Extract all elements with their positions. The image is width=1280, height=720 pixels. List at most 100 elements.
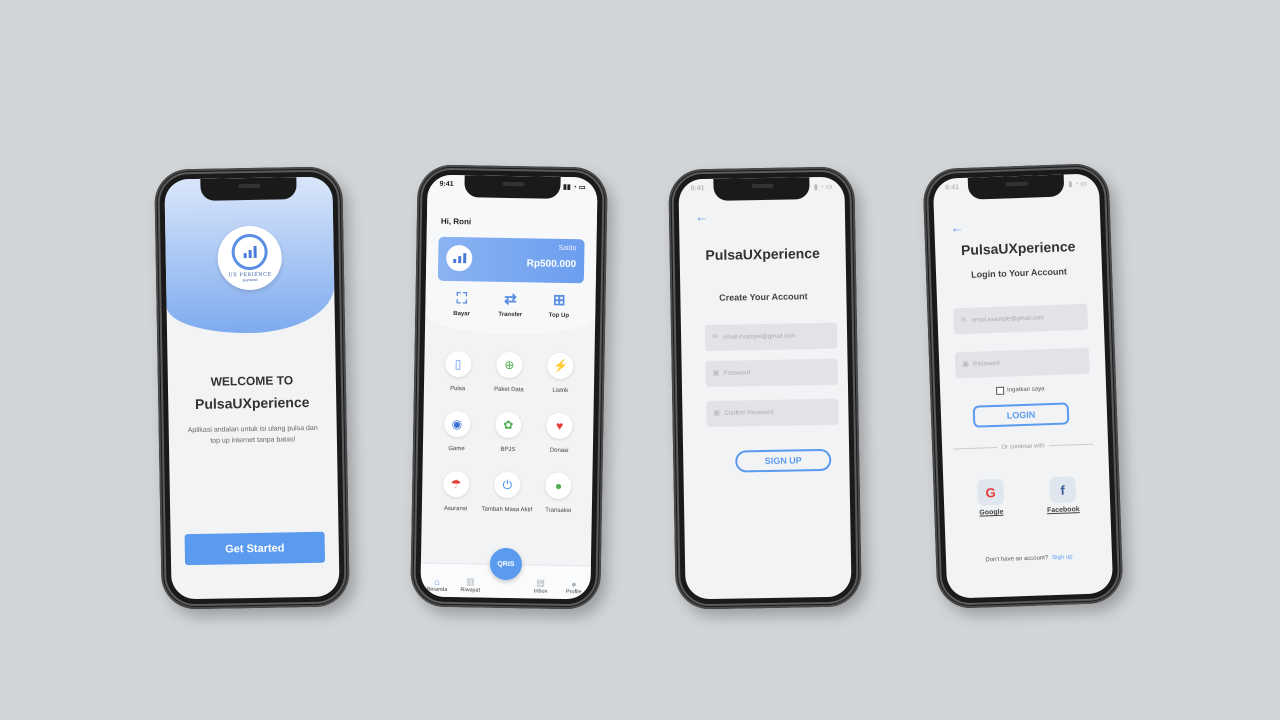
signup-heading: Create Your Account bbox=[719, 291, 808, 303]
balance-value: Rp500.000 bbox=[526, 258, 577, 271]
google-icon: G bbox=[977, 478, 1005, 506]
lock-icon: ▣ bbox=[712, 369, 720, 377]
facebook-icon: f bbox=[1049, 476, 1077, 504]
nav-inbox[interactable]: ▤ Inbox bbox=[526, 577, 556, 595]
no-account-text: Don't have an account? bbox=[985, 555, 1049, 564]
password-placeholder: Password bbox=[973, 360, 1000, 368]
back-arrow-icon[interactable]: ← bbox=[695, 209, 708, 224]
service-game[interactable]: ◉ Game bbox=[431, 410, 483, 454]
password-field[interactable]: ▣ Password bbox=[954, 347, 1090, 379]
service-listrik[interactable]: ⚡ Listrik bbox=[535, 352, 587, 395]
checkbox[interactable] bbox=[996, 386, 1005, 395]
service-label: Donasi bbox=[549, 447, 569, 455]
battery-icon: ▮▮ ◔ ▭ bbox=[562, 183, 586, 192]
nav-label: Profile bbox=[565, 589, 582, 596]
service-label: Pulsa bbox=[450, 385, 466, 393]
lock-icon: ▣ bbox=[713, 409, 721, 417]
transfer-icon: ⇄ bbox=[504, 290, 517, 309]
wallet-icon: ⊞ bbox=[552, 291, 566, 309]
signup-prompt: Don't have an account? Sign up bbox=[946, 553, 1112, 565]
service-bpjs[interactable]: ✿ BPJS bbox=[482, 411, 534, 455]
nav-label: Riwayat bbox=[460, 587, 481, 594]
welcome-app-name: PulsaUXperience bbox=[194, 394, 310, 412]
gamepad-icon: ◉ bbox=[443, 410, 471, 438]
people-icon: ● bbox=[545, 472, 572, 500]
mail-icon: ✉ bbox=[712, 333, 719, 341]
mail-icon: ✉ bbox=[960, 316, 967, 325]
phone-home: 9:41 ▮▮ ◔ ▭ Hi, Roni Saldo Rp500.000 ⛶ B… bbox=[410, 164, 608, 610]
phone-notch bbox=[200, 177, 297, 201]
or-divider: Or continue with bbox=[946, 441, 1100, 452]
balance-card[interactable]: Saldo Rp500.000 bbox=[437, 236, 585, 284]
status-time: 9:41 bbox=[944, 184, 960, 192]
service-label: BPJS bbox=[500, 446, 516, 454]
user-icon: ● bbox=[571, 579, 577, 590]
social-logins: G Google f Facebook bbox=[965, 476, 1088, 517]
balance-label: Saldo bbox=[558, 244, 577, 253]
app-title: PulsaUXperience bbox=[960, 238, 1076, 259]
phone-login: 9:41 ▮ ◔ ▭ ← PulsaUXperience Login to Yo… bbox=[922, 162, 1124, 610]
status-bar: 9:41 ▮ ◔ ▭ bbox=[690, 183, 832, 193]
logo-subtext: payment bbox=[242, 277, 258, 283]
service-label: Game bbox=[448, 445, 465, 453]
quick-action-bayar[interactable]: ⛶ Bayar bbox=[437, 287, 486, 318]
sign-up-button[interactable]: SIGN UP bbox=[735, 448, 832, 473]
sign-up-link[interactable]: Sign up bbox=[1052, 554, 1073, 561]
scan-icon: ⛶ bbox=[456, 290, 468, 308]
home-screen: 9:41 ▮▮ ◔ ▭ Hi, Roni Saldo Rp500.000 ⛶ B… bbox=[420, 174, 598, 600]
quick-action-transfer[interactable]: ⇄ Transfer bbox=[486, 288, 535, 319]
logo-ring-icon bbox=[231, 233, 268, 271]
confirm-password-field[interactable]: ▣ Confirm Password bbox=[706, 398, 839, 428]
service-transaksi[interactable]: ● Transaksi bbox=[532, 472, 584, 515]
app-logo bbox=[446, 244, 473, 272]
nav-label: Inbox bbox=[533, 588, 548, 595]
service-masa-aktif[interactable]: ⏻ Tambah Masa Aktif bbox=[481, 471, 533, 515]
service-label: Transaksi bbox=[545, 507, 572, 515]
nav-label: Beranda bbox=[426, 586, 448, 593]
remember-me[interactable]: Ingatkan saya bbox=[996, 385, 1045, 395]
email-field[interactable]: ✉ email.example@gmail.com bbox=[953, 303, 1089, 335]
greeting: Hi, Roni bbox=[440, 216, 472, 227]
signup-screen: 9:41 ▮ ◔ ▭ ← PulsaUXperience Create Your… bbox=[678, 176, 852, 600]
service-pulsa[interactable]: ▯ Pulsa bbox=[432, 350, 484, 394]
chart-icon: ▥ bbox=[466, 576, 475, 587]
home-icon: ⌂ bbox=[434, 576, 440, 587]
password-field[interactable]: ▣ Password bbox=[705, 358, 838, 388]
quick-actions: ⛶ Bayar ⇄ Transfer ⊞ Top Up bbox=[437, 287, 584, 320]
nav-beranda[interactable]: ⌂ Beranda bbox=[422, 577, 452, 594]
back-arrow-icon[interactable]: ← bbox=[950, 220, 964, 235]
email-placeholder: email.example@gmail.com bbox=[723, 333, 796, 341]
login-heading: Login to Your Account bbox=[970, 266, 1068, 280]
inbox-icon: ▤ bbox=[536, 577, 546, 588]
login-button[interactable]: LOGIN bbox=[972, 402, 1070, 428]
get-started-button[interactable]: Get Started bbox=[184, 531, 326, 566]
service-label: Asuransi bbox=[443, 505, 468, 513]
power-icon: ⏻ bbox=[494, 471, 521, 499]
google-login[interactable]: G Google bbox=[965, 478, 1016, 517]
health-icon: ✿ bbox=[495, 411, 522, 439]
battery-icon: ▮ ◔ ▭ bbox=[813, 183, 833, 192]
facebook-login[interactable]: f Facebook bbox=[1037, 476, 1088, 515]
email-placeholder: email.example@gmail.com bbox=[971, 315, 1044, 324]
service-paket-data[interactable]: ⊕ Paket Data bbox=[483, 351, 535, 395]
remember-label: Ingatkan saya bbox=[1007, 386, 1045, 394]
service-label: Listrik bbox=[552, 387, 569, 395]
welcome-description: Aplikasi andalan untuk isi ulang pulsa d… bbox=[187, 424, 318, 445]
quick-action-label: Top Up bbox=[548, 312, 570, 320]
service-label: Tambah Masa Aktif bbox=[481, 506, 533, 514]
umbrella-icon: ☂ bbox=[442, 470, 470, 498]
social-label: Facebook bbox=[1046, 506, 1080, 515]
service-asuransi[interactable]: ☂ Asuransi bbox=[430, 470, 482, 514]
email-field[interactable]: ✉ email.example@gmail.com bbox=[704, 322, 838, 352]
nav-profile[interactable]: ● Profile bbox=[559, 579, 589, 596]
battery-icon: ▮ ◔ ▭ bbox=[1068, 180, 1088, 189]
login-screen: 9:41 ▮ ◔ ▭ ← PulsaUXperience Login to Yo… bbox=[932, 173, 1114, 599]
lightning-icon: ⚡ bbox=[547, 352, 574, 380]
confirm-password-placeholder: Confirm Password bbox=[724, 409, 774, 417]
service-label: Paket Data bbox=[494, 386, 524, 394]
quick-action-label: Bayar bbox=[453, 311, 470, 318]
nav-riwayat[interactable]: ▥ Riwayat bbox=[455, 576, 485, 594]
quick-action-topup[interactable]: ⊞ Top Up bbox=[535, 288, 584, 319]
service-donasi[interactable]: ♥ Donasi bbox=[533, 412, 585, 455]
